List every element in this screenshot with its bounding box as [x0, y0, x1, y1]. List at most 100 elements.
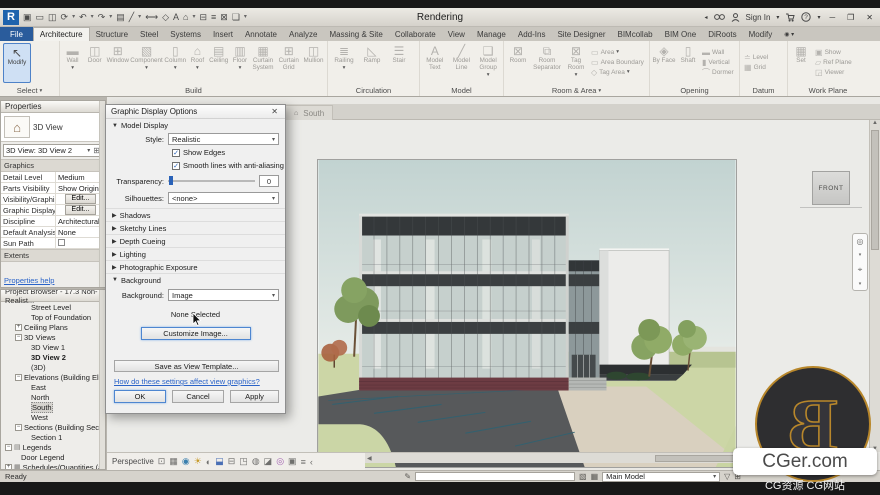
tab-site-designer[interactable]: Site Designer	[551, 27, 611, 41]
project-browser-header[interactable]: Project Browser - 17.3 Non-Realist...	[1, 290, 105, 302]
search-caret-icon[interactable]: ◂	[705, 14, 708, 21]
default-3d-view-icon[interactable]: ⌂	[183, 12, 188, 22]
section-shadows[interactable]: ▶Shadows	[106, 208, 285, 221]
extents-section[interactable]: Extents	[1, 249, 105, 262]
area-button[interactable]: ▭Area▾	[591, 49, 645, 57]
sync-caret-icon[interactable]: ▾	[72, 12, 75, 22]
tree-item[interactable]: +▦Schedules/Quantities (all...	[1, 462, 105, 470]
undo-icon[interactable]: ↶	[79, 12, 87, 22]
wall-button[interactable]: ▬Wall▾	[62, 42, 83, 84]
expand-icon[interactable]: +	[15, 324, 22, 331]
workflow-caret-icon[interactable]: ◉ ▾	[778, 27, 800, 41]
thin-lines-icon[interactable]: ≡	[211, 12, 216, 22]
tree-item-selected[interactable]: South	[1, 402, 105, 412]
detail-level-icon[interactable]: ▦	[169, 456, 178, 467]
tab-insert[interactable]: Insert	[207, 27, 239, 41]
wall-opening-button[interactable]: ▬Wall	[702, 49, 734, 57]
sync-icon[interactable]: ⟳	[61, 12, 69, 22]
view-scale-label[interactable]: Perspective	[112, 457, 154, 466]
ok-button[interactable]: OK	[114, 390, 166, 403]
show-edges-checkbox[interactable]: ✓Show Edges	[172, 146, 285, 159]
properties-help-link[interactable]: Properties help	[4, 276, 54, 285]
sign-in-label[interactable]: Sign In	[746, 13, 771, 22]
properties-header[interactable]: Properties	[1, 101, 105, 113]
collapse-icon[interactable]: −	[15, 374, 22, 381]
model-text-button[interactable]: AModel Text	[422, 42, 448, 84]
save-icon[interactable]: ◫	[48, 12, 57, 22]
tag-area-button[interactable]: ◇Tag Area▾	[591, 69, 645, 77]
tree-item[interactable]: North	[1, 392, 105, 402]
close-hidden-windows-icon[interactable]: ⊠	[220, 12, 228, 22]
customize-qat-icon[interactable]: ▾	[244, 12, 247, 22]
navbar-caret2-icon[interactable]: ▾	[859, 281, 862, 287]
tab-analyze[interactable]: Analyze	[283, 27, 323, 41]
window-button[interactable]: ⊞Window	[106, 42, 129, 84]
scroll-left-icon[interactable]: ◀	[367, 455, 372, 462]
section-photographic-exposure[interactable]: ▶Photographic Exposure	[106, 260, 285, 273]
model-line-button[interactable]: ╱Model Line	[449, 42, 475, 84]
design-options-icon[interactable]: ▧	[579, 472, 587, 481]
curtain-system-button[interactable]: ▦Curtain System	[251, 42, 276, 84]
ui-toggle-icon[interactable]: ▣	[23, 12, 32, 22]
roof-button[interactable]: ⌂Roof▾	[188, 42, 207, 84]
main-model-icon[interactable]: ▦	[591, 472, 599, 481]
tree-item[interactable]: (3D)	[1, 362, 105, 372]
measure-caret-icon[interactable]: ▾	[138, 12, 141, 22]
tab-structure[interactable]: Structure	[90, 27, 134, 41]
cart-icon[interactable]	[785, 13, 795, 22]
tree-item[interactable]: −▤Legends	[1, 442, 105, 452]
tree-item[interactable]: −Sections (Building Section)	[1, 422, 105, 432]
vertical-scrollbar[interactable]: ▲ ▼	[869, 120, 880, 452]
component-button[interactable]: ▧Component▾	[130, 42, 163, 84]
crop-view-icon[interactable]: ⊟	[228, 456, 236, 467]
reveal-hidden-icon[interactable]: ◎	[276, 456, 284, 467]
customize-image-button[interactable]: Customize Image...	[141, 327, 251, 340]
steering-wheel-icon[interactable]: ◎	[857, 237, 864, 246]
room-separator-button[interactable]: ⧉Room Separator	[531, 42, 563, 84]
help-caret-icon[interactable]: ▾	[817, 14, 820, 21]
redo-icon[interactable]: ↷	[98, 12, 106, 22]
open-icon[interactable]: ▭	[36, 12, 45, 22]
tab-manage[interactable]: Manage	[471, 27, 512, 41]
minimize-button[interactable]: ─	[826, 13, 838, 22]
viewcube[interactable]: FRONT	[812, 171, 850, 205]
section-background[interactable]: ▼Background	[106, 273, 285, 286]
user-icon[interactable]	[731, 13, 740, 22]
tab-file[interactable]: File	[0, 27, 33, 41]
tab-massing-site[interactable]: Massing & Site	[323, 27, 388, 41]
tab-architecture[interactable]: Architecture	[33, 27, 90, 41]
vertical-opening-button[interactable]: ▮Vertical	[702, 59, 734, 67]
print-icon[interactable]: ▤	[116, 12, 125, 22]
curtain-grid-button[interactable]: ⊞Curtain Grid	[276, 42, 301, 84]
tree-item[interactable]: 3D View 1	[1, 342, 105, 352]
ceiling-button[interactable]: ▤Ceiling	[208, 42, 229, 84]
tree-item[interactable]: +Ceiling Plans	[1, 322, 105, 332]
tab-bimcollab[interactable]: BIMcollab	[611, 27, 658, 41]
design-option-select[interactable]: Main Model▾	[602, 472, 720, 482]
area-boundary-button[interactable]: ▭Area Boundary	[591, 59, 645, 67]
tab-annotate[interactable]: Annotate	[239, 27, 283, 41]
signin-caret-icon[interactable]: ▾	[776, 14, 779, 21]
tag-room-button[interactable]: ⊠Tag Room▾	[564, 42, 588, 84]
tab-collaborate[interactable]: Collaborate	[389, 27, 442, 41]
tab-bim-one[interactable]: BIM One	[659, 27, 703, 41]
collapse-bar-icon[interactable]: ‹	[310, 457, 313, 467]
text-icon[interactable]: A	[173, 12, 179, 22]
rendering-dialog-icon[interactable]: ⬓	[215, 456, 224, 467]
measure-icon[interactable]: ╱	[129, 12, 134, 22]
ref-plane-button[interactable]: ▱Ref Plane	[815, 59, 855, 67]
scroll-up-icon[interactable]: ▲	[872, 120, 878, 126]
undo-caret-icon[interactable]: ▾	[91, 12, 94, 22]
worksharing-display-icon[interactable]: ≡	[301, 457, 306, 467]
door-button[interactable]: ◫Door	[84, 42, 105, 84]
section-lighting[interactable]: ▶Lighting	[106, 247, 285, 260]
temporary-view-properties-icon[interactable]: ▣	[288, 456, 297, 467]
revit-logo-icon[interactable]: R	[3, 10, 19, 25]
panel-label-select[interactable]: Select▾	[0, 85, 59, 96]
tab-systems[interactable]: Systems	[164, 27, 207, 41]
sun-path-icon[interactable]: ☀	[194, 456, 202, 467]
redo-caret-icon[interactable]: ▾	[109, 12, 112, 22]
grid-button[interactable]: ▦Grid	[744, 64, 768, 72]
view-tab-south[interactable]: ⌂ South	[285, 105, 333, 120]
navigation-bar[interactable]: ◎ ▾ ⌖ ▾	[852, 233, 868, 291]
